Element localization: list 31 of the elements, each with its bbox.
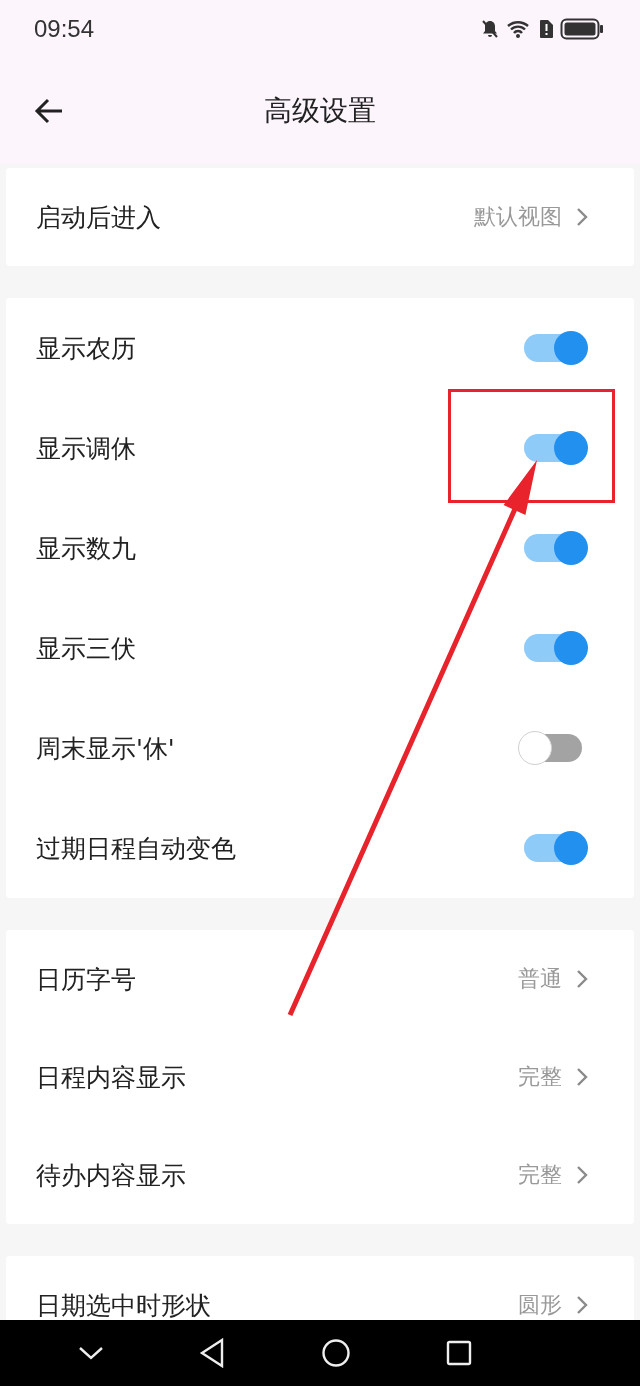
setting-value[interactable]: 圆形 [518, 1290, 562, 1320]
chevron-right-icon[interactable] [576, 1067, 588, 1087]
chevron-right-icon[interactable] [576, 1165, 588, 1185]
chevron-right-icon[interactable] [576, 969, 588, 989]
setting-label: 启动后进入 [36, 201, 162, 234]
setting-label: 日期选中时形状 [36, 1289, 212, 1320]
setting-value[interactable]: 普通 [518, 964, 562, 994]
setting-value[interactable]: 默认视图 [474, 202, 562, 232]
setting-label: 显示数九 [36, 532, 137, 565]
setting-label: 日程内容显示 [36, 1061, 187, 1094]
setting-label: 日历字号 [36, 963, 137, 996]
sim-alert-icon [538, 19, 554, 39]
back-arrow-icon[interactable] [34, 98, 64, 124]
setting-label: 周末显示'休' [36, 732, 176, 765]
status-time: 09:54 [34, 15, 95, 43]
setting-label: 显示农历 [36, 332, 137, 365]
recents-square-icon[interactable] [446, 1340, 473, 1366]
page-title: 高级设置 [264, 93, 376, 129]
chevron-right-icon[interactable] [576, 1295, 588, 1315]
setting-label: 待办内容显示 [36, 1159, 187, 1192]
back-triangle-icon[interactable] [199, 1338, 226, 1368]
bell-muted-icon [480, 19, 500, 39]
setting-value[interactable]: 完整 [518, 1160, 562, 1190]
chevron-down-icon[interactable] [77, 1345, 104, 1361]
setting-label: 过期日程自动变色 [36, 832, 237, 865]
setting-label: 显示调休 [36, 432, 137, 465]
battery-icon [560, 18, 604, 40]
chevron-right-icon[interactable] [576, 207, 588, 227]
home-circle-icon[interactable] [320, 1338, 351, 1368]
setting-value[interactable]: 完整 [518, 1062, 562, 1092]
setting-label: 显示三伏 [36, 632, 137, 665]
